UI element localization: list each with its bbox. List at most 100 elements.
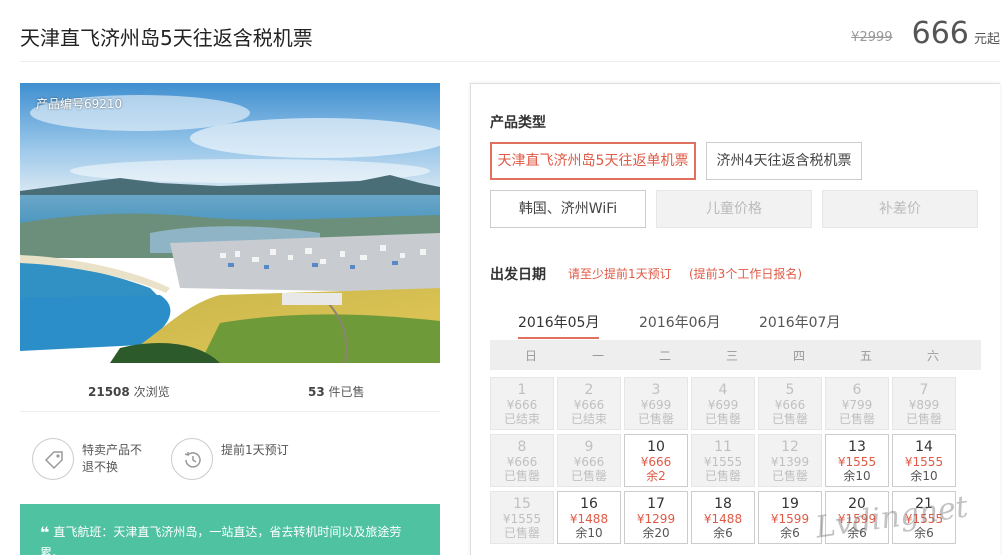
weekday-sat: 六 xyxy=(926,349,939,363)
calendar-day-2: 2 ¥666 已结束 xyxy=(557,377,621,430)
day-status: 已售罄 xyxy=(771,412,808,426)
month-tab-2016-06[interactable]: 2016年06月 xyxy=(639,312,720,332)
day-price: ¥1555 xyxy=(502,512,542,526)
feature-text: 特卖产品不退不换 xyxy=(82,443,143,474)
day-price: ¥799 xyxy=(841,398,873,412)
day-price: ¥1555 xyxy=(837,455,877,469)
day-number: 6 xyxy=(852,382,862,398)
calendar-day-10[interactable]: 10 ¥666 余2 xyxy=(624,434,688,487)
departure-date-title: 出发日期 xyxy=(490,267,546,283)
day-status: 已售罄 xyxy=(704,469,741,483)
page-header: 天津直飞济州岛5天往返含税机票 ¥2999 666 元起 xyxy=(20,0,1000,62)
history-clock-icon xyxy=(171,438,213,480)
day-price: ¥1555 xyxy=(904,455,944,469)
day-status: 已售罄 xyxy=(838,412,875,426)
day-price: ¥1399 xyxy=(770,455,810,469)
day-number: 3 xyxy=(651,382,661,398)
calendar-day-16[interactable]: 16 ¥1488 余10 xyxy=(557,491,621,544)
option-korea-wifi[interactable]: 韩国、济州WiFi xyxy=(490,190,646,228)
feature-no-refund: 特卖产品不退不换 xyxy=(32,438,152,482)
day-status: 已售罄 xyxy=(503,526,540,540)
day-status: 余10 xyxy=(910,469,938,483)
day-number: 17 xyxy=(647,496,665,512)
feature-advance-booking: 提前1天预订 xyxy=(171,438,291,482)
day-status: 已售罄 xyxy=(570,469,607,483)
original-price: ¥2999 xyxy=(851,30,893,45)
product-type-title: 产品类型 xyxy=(490,115,546,131)
day-number: 2 xyxy=(584,382,594,398)
day-price: ¥666 xyxy=(506,398,538,412)
weekday-thu: 四 xyxy=(792,349,805,363)
calendar-day-15: 15 ¥1555 已售罄 xyxy=(490,491,554,544)
weekday-wed: 三 xyxy=(725,349,738,363)
day-price: ¥699 xyxy=(707,398,739,412)
day-status: 余10 xyxy=(843,469,871,483)
views-stat: 21508 次浏览 xyxy=(88,383,170,400)
signup-note: (提前3个工作日报名) xyxy=(689,267,802,281)
quote-icon: ❝ xyxy=(40,523,50,542)
day-status: 余20 xyxy=(642,526,670,540)
promo-text: 直飞航班：天津直飞济州岛，一站直达，省去转机时间以及旅途劳累。 xyxy=(40,525,402,555)
day-number: 5 xyxy=(785,382,795,398)
calendar-day-3: 3 ¥699 已售罄 xyxy=(624,377,688,430)
day-price: ¥1488 xyxy=(569,512,609,526)
day-number: 9 xyxy=(584,439,594,455)
day-status: 已售罄 xyxy=(637,412,674,426)
sold-label: 件已售 xyxy=(328,385,365,399)
calendar-day-12: 12 ¥1399 已售罄 xyxy=(758,434,822,487)
calendar-day-18[interactable]: 18 ¥1488 余6 xyxy=(691,491,755,544)
month-tab-2016-07[interactable]: 2016年07月 xyxy=(759,312,840,332)
day-price: ¥899 xyxy=(908,398,940,412)
price-suffix: 元起 xyxy=(973,32,1000,47)
product-photo[interactable]: 产品编号69210 xyxy=(20,83,440,363)
day-number: 16 xyxy=(580,496,598,512)
current-price: 666 xyxy=(911,16,969,51)
option-jeju-4day-roundtrip[interactable]: 济州4天往返含税机票 xyxy=(706,142,862,180)
weekday-sun: 日 xyxy=(524,349,537,363)
day-status: 已售罄 xyxy=(905,412,942,426)
booking-panel: 产品类型 天津直飞济州岛5天往返单机票 济州4天往返含税机票 韩国、济州WiFi… xyxy=(470,83,1000,555)
day-price: ¥666 xyxy=(774,398,806,412)
day-status: 已售罄 xyxy=(503,469,540,483)
calendar-day-5: 5 ¥666 已售罄 xyxy=(758,377,822,430)
calendar-day-8: 8 ¥666 已售罄 xyxy=(490,434,554,487)
price-block: ¥2999 666 元起 xyxy=(851,16,1000,51)
day-status: 已结束 xyxy=(503,412,540,426)
calendar-day-1: 1 ¥666 已结束 xyxy=(490,377,554,430)
sold-count: 53 xyxy=(308,385,325,399)
day-price: ¥1299 xyxy=(636,512,676,526)
sold-stat: 53 件已售 xyxy=(308,383,365,400)
calendar-day-11: 11 ¥1555 已售罄 xyxy=(691,434,755,487)
calendar-day-6: 6 ¥799 已售罄 xyxy=(825,377,889,430)
option-price-difference: 补差价 xyxy=(822,190,978,228)
day-number: 4 xyxy=(718,382,728,398)
day-status: 余6 xyxy=(780,526,800,540)
calendar-day-19[interactable]: 19 ¥1599 余6 xyxy=(758,491,822,544)
option-child-price: 儿童价格 xyxy=(656,190,812,228)
day-number: 1 xyxy=(517,382,527,398)
calendar-day-4: 4 ¥699 已售罄 xyxy=(691,377,755,430)
month-tab-2016-05[interactable]: 2016年05月 xyxy=(518,312,600,339)
day-status: 余2 xyxy=(646,469,666,483)
booking-note: 请至少提前1天预订 xyxy=(568,267,672,281)
tag-icon xyxy=(32,438,74,480)
calendar-day-14[interactable]: 14 ¥1555 余10 xyxy=(892,434,956,487)
day-number: 13 xyxy=(848,439,866,455)
product-number: 产品编号69210 xyxy=(36,97,123,111)
day-price: ¥1488 xyxy=(703,512,743,526)
calendar-day-17[interactable]: 17 ¥1299 余20 xyxy=(624,491,688,544)
promo-banner: ❝ 直飞航班：天津直飞济州岛，一站直达，省去转机时间以及旅途劳累。 xyxy=(20,504,440,555)
day-number: 8 xyxy=(517,439,527,455)
calendar-day-13[interactable]: 13 ¥1555 余10 xyxy=(825,434,889,487)
views-count: 21508 xyxy=(88,385,130,399)
day-price: ¥666 xyxy=(506,455,538,469)
calendar-day-9: 9 ¥666 已售罄 xyxy=(557,434,621,487)
weekday-mon: 一 xyxy=(591,349,604,363)
day-number: 10 xyxy=(647,439,665,455)
day-number: 19 xyxy=(781,496,799,512)
day-number: 7 xyxy=(919,382,929,398)
jeju-landscape-image xyxy=(20,83,440,363)
day-price: ¥666 xyxy=(640,455,672,469)
option-tianjin-jeju-oneway[interactable]: 天津直飞济州岛5天往返单机票 xyxy=(490,142,696,180)
day-price: ¥699 xyxy=(640,398,672,412)
